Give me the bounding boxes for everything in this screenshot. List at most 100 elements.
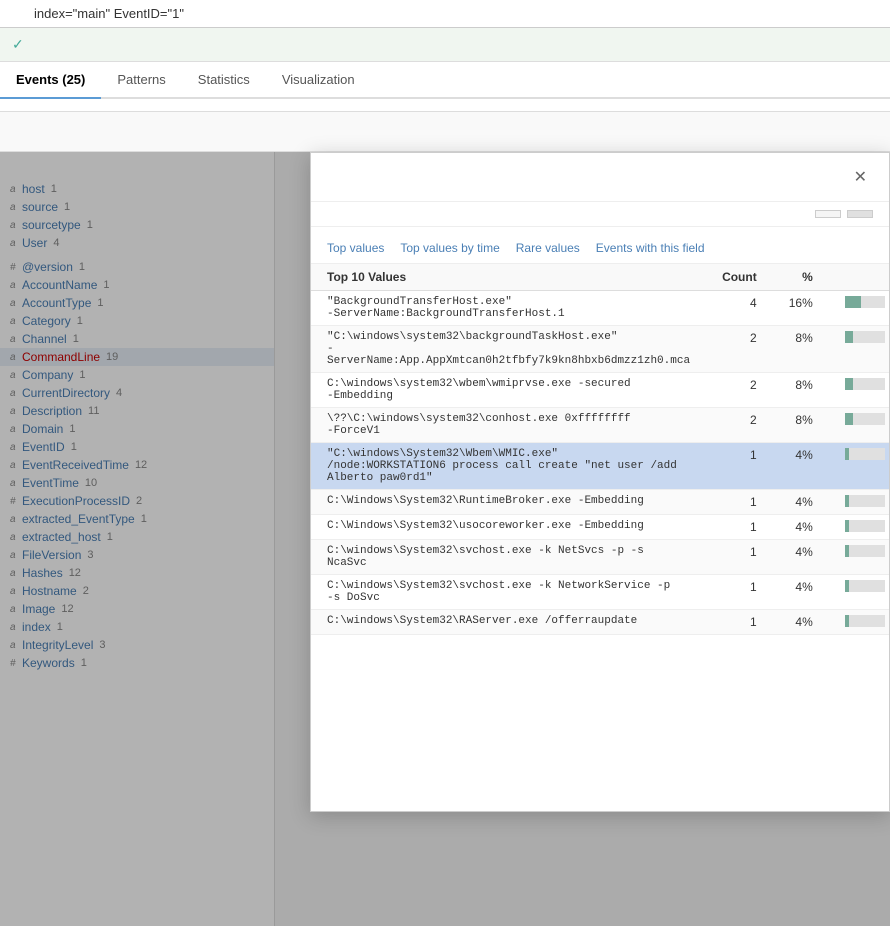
cell-bar	[829, 540, 889, 575]
report-top-values[interactable]: Top values	[327, 241, 384, 255]
table-row[interactable]: C:\windows\system32\wbem\wmiprvse.exe -s…	[311, 373, 889, 408]
bar-fill	[845, 580, 849, 592]
report-top-values-by-time[interactable]: Top values by time	[400, 241, 499, 255]
event-summary: ✓	[0, 28, 890, 62]
commandline-modal: ✕ Top values Top values by time Rare val…	[310, 152, 890, 812]
bar-fill	[845, 545, 849, 557]
table-row[interactable]: C:\windows\System32\svchost.exe -k NetSv…	[311, 540, 889, 575]
cell-value: C:\windows\System32\RAServer.exe /offerr…	[311, 610, 706, 635]
cell-count: 1	[706, 443, 773, 490]
cell-count: 1	[706, 610, 773, 635]
cell-pct: 4%	[773, 610, 829, 635]
bar-container	[845, 331, 885, 343]
cell-count: 1	[706, 540, 773, 575]
report-rare-values[interactable]: Rare values	[516, 241, 580, 255]
cell-count: 1	[706, 575, 773, 610]
cell-value: \??\C:\windows\system32\conhost.exe 0xff…	[311, 408, 706, 443]
tab-statistics[interactable]: Statistics	[182, 62, 266, 99]
tab-visualization[interactable]: Visualization	[266, 62, 371, 99]
table-row[interactable]: C:\windows\System32\RAServer.exe /offerr…	[311, 610, 889, 635]
bar-container	[845, 413, 885, 425]
cell-value: C:\Windows\System32\RuntimeBroker.exe -E…	[311, 490, 706, 515]
cell-pct: 4%	[773, 490, 829, 515]
bar-fill	[845, 378, 853, 390]
search-input[interactable]	[34, 6, 880, 21]
values-table-section: Top 10 Values Count % "BackgroundTransfe…	[311, 264, 889, 811]
tab-patterns[interactable]: Patterns	[101, 62, 181, 99]
cell-count: 2	[706, 326, 773, 373]
col-header-pct: %	[773, 264, 829, 291]
bar-container	[845, 580, 885, 592]
table-row[interactable]: \??\C:\windows\system32\conhost.exe 0xff…	[311, 408, 889, 443]
bar-fill	[845, 520, 849, 532]
table-row[interactable]: C:\Windows\System32\usocoreworker.exe -E…	[311, 515, 889, 540]
bar-fill	[845, 331, 853, 343]
cell-pct: 4%	[773, 443, 829, 490]
bar-container	[845, 296, 885, 308]
cell-count: 2	[706, 408, 773, 443]
cell-bar	[829, 326, 889, 373]
bar-container	[845, 495, 885, 507]
bar-container	[845, 378, 885, 390]
cell-bar	[829, 291, 889, 326]
bar-container	[845, 615, 885, 627]
cell-value: "BackgroundTransferHost.exe" -ServerName…	[311, 291, 706, 326]
selected-no-button[interactable]	[847, 210, 873, 218]
cell-bar	[829, 515, 889, 540]
bar-fill	[845, 495, 849, 507]
cell-bar	[829, 610, 889, 635]
cell-pct: 4%	[773, 575, 829, 610]
tabs-bar: Events (25) Patterns Statistics Visualiz…	[0, 62, 890, 99]
modal-overlay: ✕ Top values Top values by time Rare val…	[0, 152, 890, 926]
cell-count: 1	[706, 515, 773, 540]
cell-value: "C:\windows\system32\backgroundTaskHost.…	[311, 326, 706, 373]
values-table: Top 10 Values Count % "BackgroundTransfe…	[311, 264, 889, 635]
bar-container	[845, 545, 885, 557]
cell-bar	[829, 490, 889, 515]
cell-value: "C:\windows\System32\Wbem\WMIC.exe" /nod…	[311, 443, 706, 490]
modal-header: ✕	[311, 153, 889, 202]
cell-bar	[829, 443, 889, 490]
cell-pct: 8%	[773, 373, 829, 408]
cell-bar	[829, 575, 889, 610]
toolbar	[0, 99, 890, 112]
bar-fill	[845, 615, 849, 627]
cell-pct: 8%	[773, 326, 829, 373]
col-header-count: Count	[706, 264, 773, 291]
col-header-value: Top 10 Values	[311, 264, 706, 291]
cell-value: C:\windows\system32\wbem\wmiprvse.exe -s…	[311, 373, 706, 408]
bar-fill	[845, 413, 853, 425]
search-bar	[0, 0, 890, 28]
cell-bar	[829, 408, 889, 443]
cell-bar	[829, 373, 889, 408]
cell-pct: 4%	[773, 540, 829, 575]
cell-count: 1	[706, 490, 773, 515]
table-row[interactable]: "C:\windows\system32\backgroundTaskHost.…	[311, 326, 889, 373]
report-events-with-field[interactable]: Events with this field	[596, 241, 705, 255]
cell-pct: 8%	[773, 408, 829, 443]
modal-subtitle	[311, 202, 889, 227]
cell-value: C:\windows\System32\svchost.exe -k Netwo…	[311, 575, 706, 610]
table-row[interactable]: "C:\windows\System32\Wbem\WMIC.exe" /nod…	[311, 443, 889, 490]
reports-links: Top values Top values by time Rare value…	[327, 241, 873, 255]
tab-events[interactable]: Events (25)	[0, 62, 101, 99]
bar-fill	[845, 296, 861, 308]
reports-section: Top values Top values by time Rare value…	[311, 227, 889, 264]
bar-container	[845, 520, 885, 532]
bar-fill	[845, 448, 849, 460]
table-row[interactable]: C:\windows\System32\svchost.exe -k Netwo…	[311, 575, 889, 610]
cell-pct: 4%	[773, 515, 829, 540]
cell-count: 2	[706, 373, 773, 408]
cell-value: C:\windows\System32\svchost.exe -k NetSv…	[311, 540, 706, 575]
table-row[interactable]: C:\Windows\System32\RuntimeBroker.exe -E…	[311, 490, 889, 515]
table-row[interactable]: "BackgroundTransferHost.exe" -ServerName…	[311, 291, 889, 326]
check-icon: ✓	[12, 36, 24, 53]
bar-container	[845, 448, 885, 460]
timeline-area	[0, 112, 890, 152]
cell-value: C:\Windows\System32\usocoreworker.exe -E…	[311, 515, 706, 540]
modal-close-button[interactable]: ✕	[848, 165, 873, 189]
selected-yes-button[interactable]	[815, 210, 841, 218]
cell-pct: 16%	[773, 291, 829, 326]
col-header-bar	[829, 264, 889, 291]
table-header-row: Top 10 Values Count %	[311, 264, 889, 291]
